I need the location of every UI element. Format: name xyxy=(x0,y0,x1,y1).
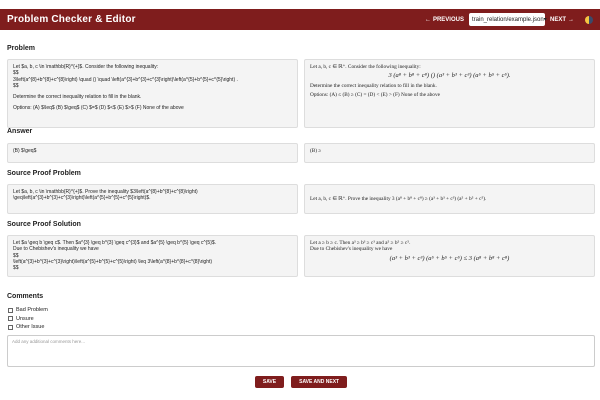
option-label: Bad Problem xyxy=(16,307,48,313)
arrow-left-icon: ← xyxy=(424,16,431,23)
answer-title: Answer xyxy=(7,128,33,135)
save-button[interactable]: SAVE xyxy=(254,376,285,388)
option-label: Other Issue xyxy=(16,324,45,330)
option-unsure[interactable]: Unsure xyxy=(8,316,48,322)
answer-preview: (B) ≥ xyxy=(304,143,595,163)
file-select-value: train_relation/example.json xyxy=(471,16,544,23)
next-label: NEXT xyxy=(549,16,566,23)
top-bar: Problem Checker & Editor ← PREVIOUS trai… xyxy=(0,9,600,30)
action-buttons: SAVE SAVE AND NEXT xyxy=(7,376,595,388)
problem-preview: Let a, b, c ∈ ℝ⁺. Consider the following… xyxy=(304,59,595,128)
source-problem-preview: Let a, b, c ∈ ℝ⁺. Prove the inequality 3… xyxy=(304,184,595,214)
option-other-issue[interactable]: Other Issue xyxy=(8,324,48,330)
source-solution-preview-math: (a³ + b³ + c³) (a⁵ + b⁵ + c⁵) ≤ 3 (a⁸ + … xyxy=(389,254,510,262)
option-bad-problem[interactable]: Bad Problem xyxy=(8,307,48,313)
problem-title: Problem xyxy=(7,45,36,52)
comments-placeholder: Add any additional comments here... xyxy=(12,339,86,344)
previous-label: PREVIOUS xyxy=(432,16,464,23)
source-solution-title: Source Proof Solution xyxy=(7,221,81,228)
source-solution-line: $$ xyxy=(13,265,19,272)
file-select[interactable]: train_relation/example.json ▾ xyxy=(468,13,547,26)
source-solution-preview: Let a ≥ b ≥ c. Then a³ ≥ b³ ≥ c³ and a⁵ … xyxy=(304,235,595,277)
problem-source-line: Options: (A) $\leq$ (B) $\geq$ (C) $=$ (… xyxy=(13,105,184,112)
checkbox-unsure[interactable] xyxy=(8,316,13,321)
problem-preview-math: 3 (a⁸ + b⁸ + c⁸) () (a³ + b³ + c³) (a⁵ +… xyxy=(388,72,511,80)
next-button[interactable]: NEXT → xyxy=(550,17,574,23)
arrow-right-icon: → xyxy=(568,16,574,23)
source-solution-editor[interactable]: Let $a \geq b \geq c$. Then $a^{3} \geq … xyxy=(7,235,298,277)
answer-source: (B) $\geq$ xyxy=(13,148,37,154)
app-title: Problem Checker & Editor xyxy=(7,14,136,25)
app-window: Problem Checker & Editor ← PREVIOUS trai… xyxy=(0,0,600,400)
problem-source-editor[interactable]: Let $a, b, c \in \mathbb{R}^{+}$. Consid… xyxy=(7,59,298,128)
problem-preview-options: Options: (A) ≤ (B) ≥ (C) = (D) < (E) > (… xyxy=(310,91,440,98)
save-and-next-button[interactable]: SAVE AND NEXT xyxy=(291,376,348,388)
source-problem-title: Source Proof Problem xyxy=(7,170,81,177)
checkbox-other-issue[interactable] xyxy=(8,324,13,330)
chevron-down-icon: ▾ xyxy=(543,17,547,23)
checkbox-bad-problem[interactable] xyxy=(8,307,13,313)
answer-source-editor[interactable]: (B) $\geq$ xyxy=(7,143,298,163)
source-problem-line: \geq\left(a^{3}+b^{3}+c^{3}\right)\left(… xyxy=(13,195,151,202)
source-problem-editor[interactable]: Let $a, b, c \in \mathbb{R}^{+}$. Prove … xyxy=(7,184,298,214)
answer-preview-text: (B) ≥ xyxy=(310,148,322,154)
problem-preview-intro: Let a, b, c ∈ ℝ⁺. Consider the following… xyxy=(310,64,421,70)
comment-options: Bad Problem Unsure Other Issue xyxy=(8,307,48,333)
source-solution-preview-line2: Due to Chebishev's inequality we have xyxy=(310,246,393,253)
comments-textarea[interactable]: Add any additional comments here... xyxy=(7,335,595,367)
option-label: Unsure xyxy=(16,315,34,322)
previous-button[interactable]: ← PREVIOUS xyxy=(425,17,464,23)
source-problem-preview-text: Let a, b, c ∈ ℝ⁺. Prove the inequality 3… xyxy=(310,195,487,202)
theme-toggle-icon[interactable] xyxy=(585,15,593,24)
comments-title: Comments xyxy=(7,293,44,300)
navigation: ← PREVIOUS train_relation/example.json ▾… xyxy=(425,13,593,26)
